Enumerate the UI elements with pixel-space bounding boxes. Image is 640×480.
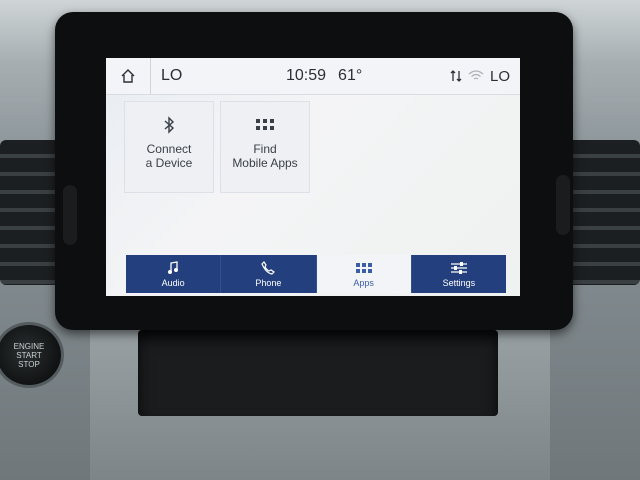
right-bezel-knob bbox=[556, 175, 570, 235]
home-button[interactable] bbox=[106, 58, 151, 94]
wifi-icon bbox=[468, 70, 484, 80]
nav-phone[interactable]: Phone bbox=[221, 255, 317, 293]
engine-start-button[interactable]: ENGINE START STOP bbox=[0, 322, 64, 388]
transfer-arrows-icon bbox=[450, 70, 462, 82]
apps-grid-icon bbox=[355, 260, 372, 276]
music-note-icon bbox=[167, 260, 179, 276]
phone-icon bbox=[261, 260, 276, 276]
find-mobile-apps-tile[interactable]: Find Mobile Apps bbox=[220, 101, 310, 193]
connect-device-label: Connect a Device bbox=[145, 142, 193, 170]
nav-audio[interactable]: Audio bbox=[126, 255, 222, 293]
nav-apps-label: Apps bbox=[353, 278, 374, 288]
status-bar: LO 10:59 61° LO bbox=[106, 58, 520, 95]
find-mobile-apps-label: Find Mobile Apps bbox=[232, 142, 298, 170]
status-right: LO bbox=[450, 68, 510, 85]
engine-button-label: ENGINE START STOP bbox=[13, 341, 45, 369]
clock: 10:59 bbox=[286, 67, 327, 84]
app-tiles: Connect a Device Find Mobile Apps bbox=[124, 101, 310, 193]
storage-tray bbox=[138, 330, 498, 416]
connect-device-tile[interactable]: Connect a Device bbox=[124, 101, 214, 193]
infotainment-screen: LO 10:59 61° LO Connect a Device Find Mo… bbox=[106, 58, 520, 296]
status-center: 10:59 61° bbox=[286, 67, 362, 85]
sliders-icon bbox=[450, 260, 467, 276]
apps-grid-icon bbox=[256, 114, 274, 136]
home-icon bbox=[121, 69, 135, 83]
nav-phone-label: Phone bbox=[255, 278, 282, 288]
nav-settings[interactable]: Settings bbox=[412, 255, 506, 293]
outside-temperature: 61° bbox=[338, 67, 363, 84]
passenger-temp[interactable]: LO bbox=[490, 68, 510, 85]
left-bezel-knob bbox=[63, 185, 77, 245]
driver-temp[interactable]: LO bbox=[151, 67, 182, 85]
bottom-navbar: Audio Phone Apps Settings bbox=[126, 255, 506, 293]
nav-audio-label: Audio bbox=[161, 278, 185, 288]
bluetooth-icon bbox=[163, 114, 175, 136]
nav-settings-label: Settings bbox=[442, 278, 476, 288]
nav-apps[interactable]: Apps bbox=[316, 255, 412, 293]
